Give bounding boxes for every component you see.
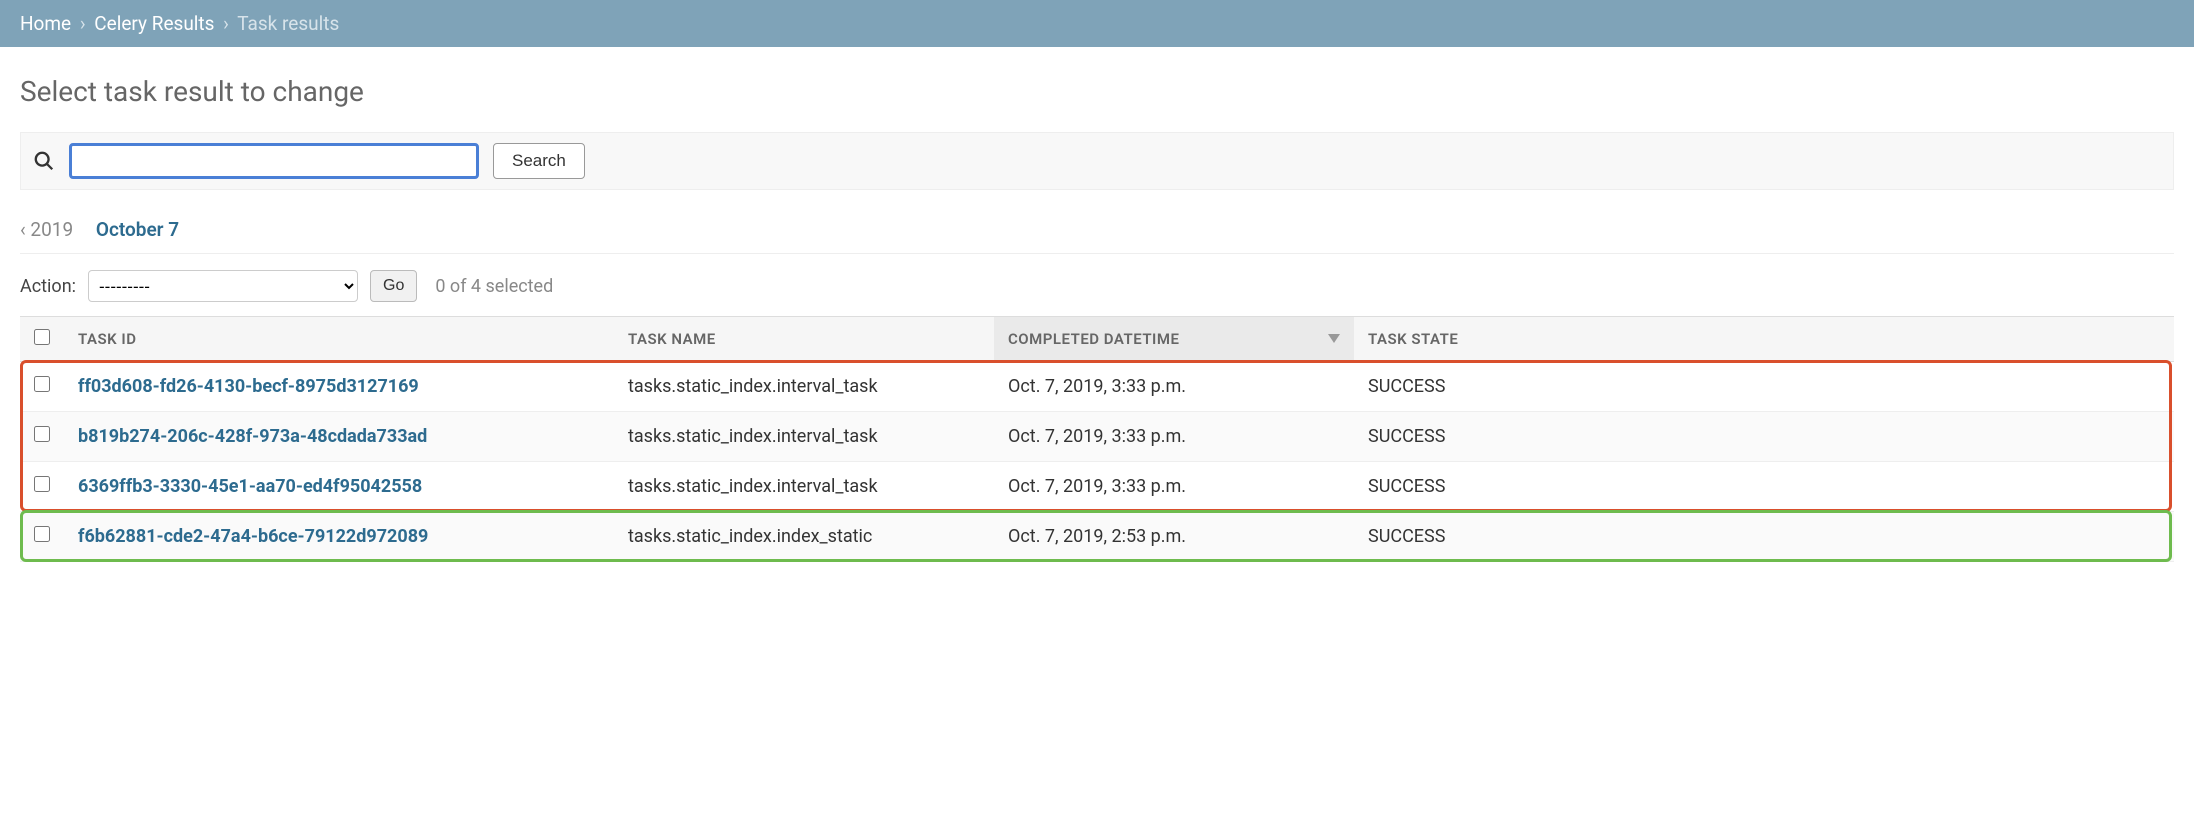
cell-task-name: tasks.static_index.interval_task — [614, 362, 994, 412]
row-checkbox[interactable] — [34, 476, 50, 492]
cell-completed: Oct. 7, 2019, 3:33 p.m. — [994, 462, 1354, 512]
search-bar: Search — [20, 132, 2174, 190]
cell-task-id: f6b62881-cde2-47a4-b6ce-79122d972089 — [64, 512, 614, 562]
cell-task-id: ff03d608-fd26-4130-becf-8975d3127169 — [64, 362, 614, 412]
action-row: Action: --------- Go 0 of 4 selected — [20, 270, 2174, 302]
results-table-wrap: TASK ID TASK NAME COMPLETED DATETIME TAS… — [20, 316, 2174, 562]
cell-task-name: tasks.static_index.interval_task — [614, 412, 994, 462]
row-checkbox[interactable] — [34, 376, 50, 392]
cell-state: SUCCESS — [1354, 462, 2174, 512]
column-header-completed-label: COMPLETED DATETIME — [1008, 330, 1179, 348]
table-row: ff03d608-fd26-4130-becf-8975d3127169 task… — [20, 362, 2174, 412]
task-id-link[interactable]: f6b62881-cde2-47a4-b6ce-79122d972089 — [78, 526, 428, 547]
cell-completed: Oct. 7, 2019, 2:53 p.m. — [994, 512, 1354, 562]
breadcrumb-home[interactable]: Home — [20, 12, 71, 35]
cell-task-id: 6369ffb3-3330-45e1-aa70-ed4f95042558 — [64, 462, 614, 512]
cell-state: SUCCESS — [1354, 512, 2174, 562]
breadcrumb: Home › Celery Results › Task results — [0, 0, 2194, 47]
table-row: b819b274-206c-428f-973a-48cdada733ad task… — [20, 412, 2174, 462]
search-input[interactable] — [69, 143, 479, 179]
search-button[interactable]: Search — [493, 143, 585, 179]
row-checkbox-cell — [20, 512, 64, 562]
cell-completed: Oct. 7, 2019, 3:33 p.m. — [994, 362, 1354, 412]
cell-state: SUCCESS — [1354, 412, 2174, 462]
breadcrumb-sep-icon: › — [80, 12, 86, 35]
cell-task-name: tasks.static_index.index_static — [614, 512, 994, 562]
breadcrumb-sep-icon: › — [223, 12, 229, 35]
breadcrumb-app[interactable]: Celery Results — [94, 12, 214, 35]
table-row: 6369ffb3-3330-45e1-aa70-ed4f95042558 task… — [20, 462, 2174, 512]
column-header-task-name[interactable]: TASK NAME — [614, 317, 994, 362]
date-current-link[interactable]: October 7 — [96, 218, 179, 241]
go-button[interactable]: Go — [370, 270, 417, 302]
task-id-link[interactable]: 6369ffb3-3330-45e1-aa70-ed4f95042558 — [78, 476, 422, 497]
task-id-link[interactable]: ff03d608-fd26-4130-becf-8975d3127169 — [78, 376, 419, 397]
action-label: Action: — [20, 276, 76, 297]
row-checkbox-cell — [20, 362, 64, 412]
row-checkbox-cell — [20, 462, 64, 512]
breadcrumb-current: Task results — [237, 12, 339, 35]
page-title: Select task result to change — [20, 75, 2174, 108]
row-checkbox[interactable] — [34, 526, 50, 542]
cell-task-id: b819b274-206c-428f-973a-48cdada733ad — [64, 412, 614, 462]
cell-completed: Oct. 7, 2019, 3:33 p.m. — [994, 412, 1354, 462]
column-header-state[interactable]: TASK STATE — [1354, 317, 2174, 362]
column-header-task-id[interactable]: TASK ID — [64, 317, 614, 362]
sort-desc-icon — [1328, 330, 1340, 348]
select-all-checkbox[interactable] — [34, 329, 50, 345]
table-row: f6b62881-cde2-47a4-b6ce-79122d972089 task… — [20, 512, 2174, 562]
column-header-completed[interactable]: COMPLETED DATETIME — [994, 317, 1354, 362]
row-checkbox-cell — [20, 412, 64, 462]
date-hierarchy: ‹ 2019 October 7 — [20, 210, 2174, 254]
date-prev-year-link[interactable]: ‹ 2019 — [20, 218, 73, 241]
results-table: TASK ID TASK NAME COMPLETED DATETIME TAS… — [20, 316, 2174, 562]
header-checkbox-cell — [20, 317, 64, 362]
selection-count: 0 of 4 selected — [435, 276, 553, 297]
task-id-link[interactable]: b819b274-206c-428f-973a-48cdada733ad — [78, 426, 427, 447]
search-icon — [33, 150, 55, 172]
cell-state: SUCCESS — [1354, 362, 2174, 412]
cell-task-name: tasks.static_index.interval_task — [614, 462, 994, 512]
row-checkbox[interactable] — [34, 426, 50, 442]
action-select[interactable]: --------- — [88, 270, 358, 302]
